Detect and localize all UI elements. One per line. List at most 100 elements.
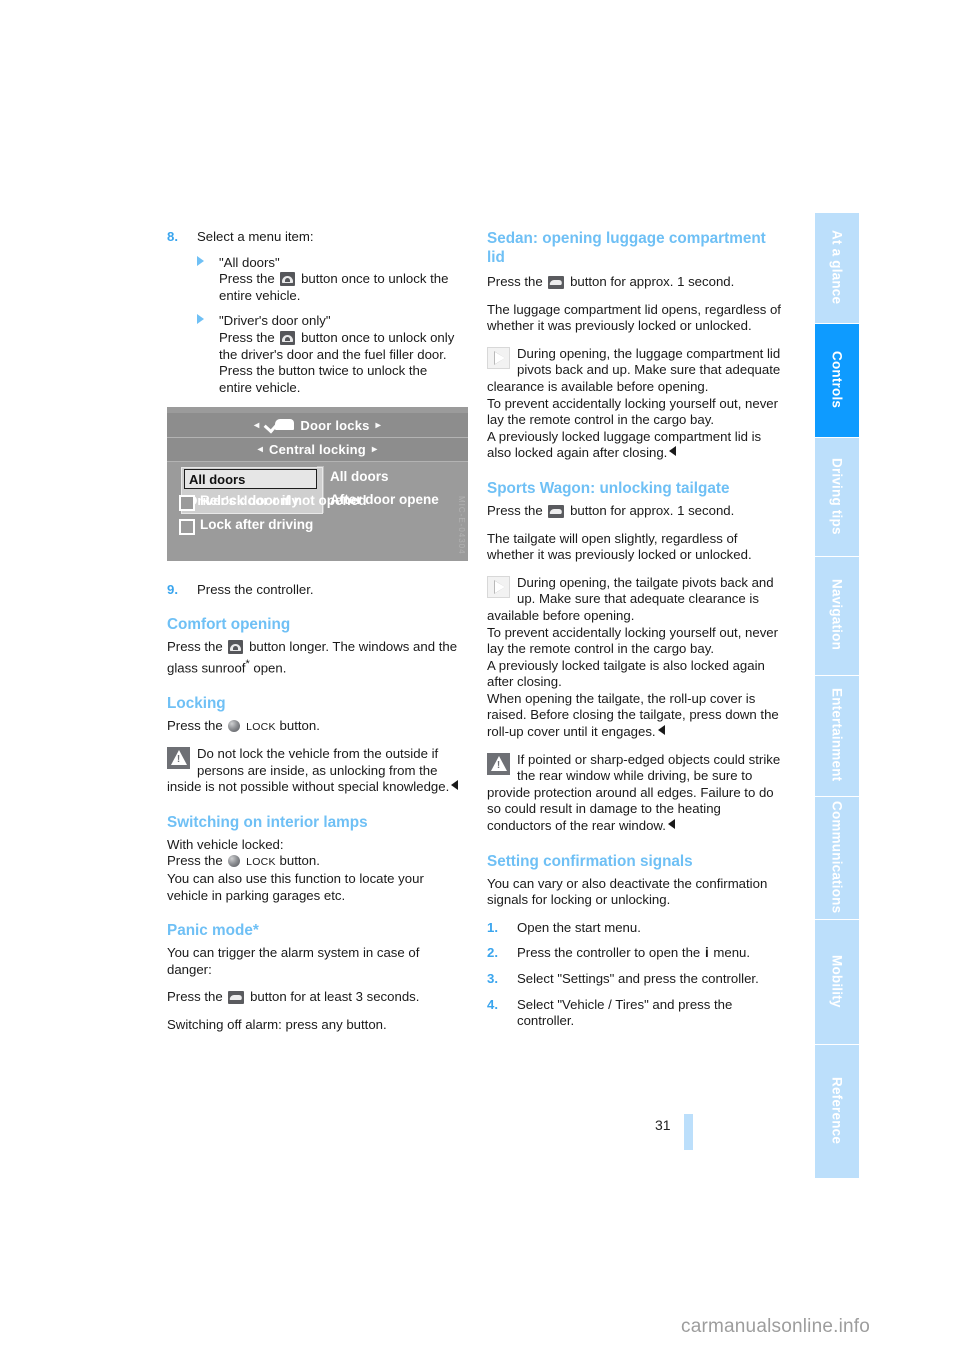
text-after-icon: button for at least 3 seconds. — [250, 989, 420, 1005]
step-text: Select "Settings" and press the controll… — [517, 971, 759, 986]
step-number: 3. — [487, 971, 498, 986]
step-number: 8. — [167, 229, 178, 244]
text-after-icon: button. — [279, 853, 320, 869]
list-item-step-1: 1. Open the start menu. — [487, 920, 787, 937]
tab-label: Communications — [829, 800, 845, 914]
figure-header-door-locks: ◂ Door locks ▸ — [167, 413, 468, 438]
figure-header-central-locking: ◂ Central locking ▸ — [167, 438, 468, 462]
tab-navigation[interactable]: Navigation — [815, 557, 859, 675]
tab-driving-tips[interactable]: Driving tips — [815, 438, 859, 556]
panic-mode-line3: Switching off alarm: press any button. — [167, 1017, 387, 1033]
interior-lamps-line1: With vehicle locked: — [167, 836, 284, 852]
list-item-step-3: 3. Select "Settings" and press the contr… — [487, 971, 787, 988]
heading-sedan-luggage: Sedan: opening luggage compartment lid — [487, 230, 766, 266]
bullet-line1-after: button once to unlock the — [301, 271, 449, 287]
bullet-line2: the driver's door and the fuel filler do… — [219, 346, 447, 362]
manual-page: At a glance Controls Driving tips Naviga… — [0, 0, 960, 1358]
end-of-note-marker — [657, 725, 665, 736]
figure-door-locks-menu: ◂ Door locks ▸ ◂ Central locking ▸ All d… — [167, 407, 468, 561]
bullet-line4: entire vehicle. — [219, 379, 301, 395]
tab-label: Navigation — [829, 579, 845, 651]
heading-sports-wagon-tailgate: Sports Wagon: unlocking tailgate — [487, 479, 730, 497]
trunk-button-icon — [548, 276, 565, 289]
unlock-button-icon — [228, 639, 244, 654]
warning-triangle-icon: ! — [167, 747, 190, 770]
note-text-line3: A previously locked luggage compartment … — [487, 428, 762, 461]
warning-triangle-icon: ! — [487, 752, 510, 775]
end-of-note-marker — [667, 819, 675, 830]
comfort-opening-text: Press the button longer. The windows and… — [167, 639, 467, 677]
text-before-icon: Press the — [487, 502, 543, 518]
triangle-bullet-icon — [197, 255, 204, 266]
bullet-line1-after: button once to unlock only — [301, 329, 455, 345]
list-item-step-9: 9. Press the controller. — [167, 582, 467, 599]
figure-checkbox-label-lock-after-driving: Lock after driving — [200, 517, 314, 532]
tab-controls[interactable]: Controls — [815, 324, 859, 437]
end-of-note-marker — [669, 446, 677, 457]
text-after-icon: button longer. The windows and — [249, 638, 436, 654]
lock-label: LOCK — [246, 856, 276, 869]
text-line2-after: open. — [249, 659, 287, 675]
note-text-line2: To prevent accidentally locking yourself… — [487, 624, 779, 657]
warning-text: Do not lock the vehicle from the outside… — [167, 746, 450, 795]
figure-checkbox-relock[interactable] — [179, 495, 195, 511]
heading-panic-mode: Panic mode* — [167, 922, 259, 940]
note-text-line4: When opening the tailgate, the roll-up c… — [487, 690, 779, 740]
lock-button-icon — [228, 719, 241, 732]
heading-interior-lamps: Switching on interior lamps — [167, 813, 368, 831]
list-item-drivers-door-only: "Driver's door only" Press the button on… — [167, 313, 467, 396]
tab-label: Reference — [829, 1076, 845, 1145]
tab-communications[interactable]: Communications — [815, 797, 859, 919]
heading-comfort-opening: Comfort opening — [167, 615, 291, 633]
right-column: Sedan: opening luggage compartment lid P… — [487, 229, 787, 1039]
bullet-line2: entire vehicle. — [219, 287, 301, 303]
step-text: Select "Vehicle / Tires" and press the c… — [517, 996, 733, 1029]
figure-checkbox-label-relock: Relock door if not opened — [200, 493, 367, 508]
wagon-paragraph-1: The tailgate will open slightly, regardl… — [487, 530, 752, 563]
tab-mobility[interactable]: Mobility — [815, 920, 859, 1044]
interior-lamps-line2: Press the LOCK button. — [167, 853, 467, 871]
sedan-press-text: Press the button for approx. 1 second. — [487, 274, 787, 291]
triangle-bullet-icon — [197, 314, 204, 325]
page-number-bar — [684, 1114, 693, 1150]
info-menu-icon: i — [704, 945, 709, 961]
arrow-left-icon: ◂ — [257, 444, 264, 455]
panic-mode-line2: Press the button for at least 3 seconds. — [167, 989, 467, 1006]
locking-press-text: Press the LOCK button. — [167, 718, 467, 736]
info-note-sedan: During opening, the luggage compartment … — [487, 346, 787, 462]
note-text-line3: A previously locked tailgate is also loc… — [487, 657, 765, 690]
text-before-icon: Press the — [167, 638, 223, 654]
trunk-button-icon — [228, 991, 245, 1005]
text-after-icon: button. — [279, 717, 320, 733]
step-number: 1. — [487, 919, 498, 935]
lock-label: LOCK — [246, 720, 276, 733]
trunk-button-icon — [548, 504, 565, 518]
unlock-button-icon — [280, 330, 296, 345]
tab-label: Controls — [829, 350, 845, 409]
figure-header-label: Central locking — [269, 442, 366, 457]
bullet-line1-before: Press the — [219, 329, 275, 345]
interior-lamps-line3: You can also use this function to locate… — [167, 871, 424, 903]
list-item-step-4: 4. Select "Vehicle / Tires" and press th… — [487, 997, 787, 1030]
text-before-icon: Press the — [167, 717, 223, 733]
step-text: Select a menu item: — [197, 229, 314, 244]
tab-reference[interactable]: Reference — [815, 1045, 859, 1178]
info-note-wagon: During opening, the tailgate pivots back… — [487, 575, 787, 741]
step-number: 4. — [487, 996, 498, 1012]
text-before-icon: Press the — [487, 274, 543, 289]
tab-entertainment[interactable]: Entertainment — [815, 676, 859, 796]
step-number: 2. — [487, 945, 498, 961]
note-text: During opening, the luggage compartment … — [487, 345, 781, 394]
figure-dropdown-selected[interactable]: All doors — [184, 469, 317, 489]
bullet-title: "Driver's door only" — [219, 313, 331, 329]
unlock-button-icon — [280, 272, 296, 287]
step-text: Press the controller. — [197, 582, 314, 598]
step-text-before-icon: Press the controller to open the — [517, 945, 701, 961]
lock-button-icon — [228, 855, 241, 868]
note-text: During opening, the tailgate pivots back… — [487, 574, 774, 623]
tab-at-a-glance[interactable]: At a glance — [815, 213, 859, 323]
note-text-line2: To prevent accidentally locking yourself… — [487, 395, 779, 428]
confirmation-signals-intro: You can vary or also deactivate the conf… — [487, 875, 768, 908]
figure-checkbox-lock-after-driving[interactable] — [179, 519, 195, 535]
panic-mode-line1: You can trigger the alarm system in case… — [167, 945, 420, 977]
